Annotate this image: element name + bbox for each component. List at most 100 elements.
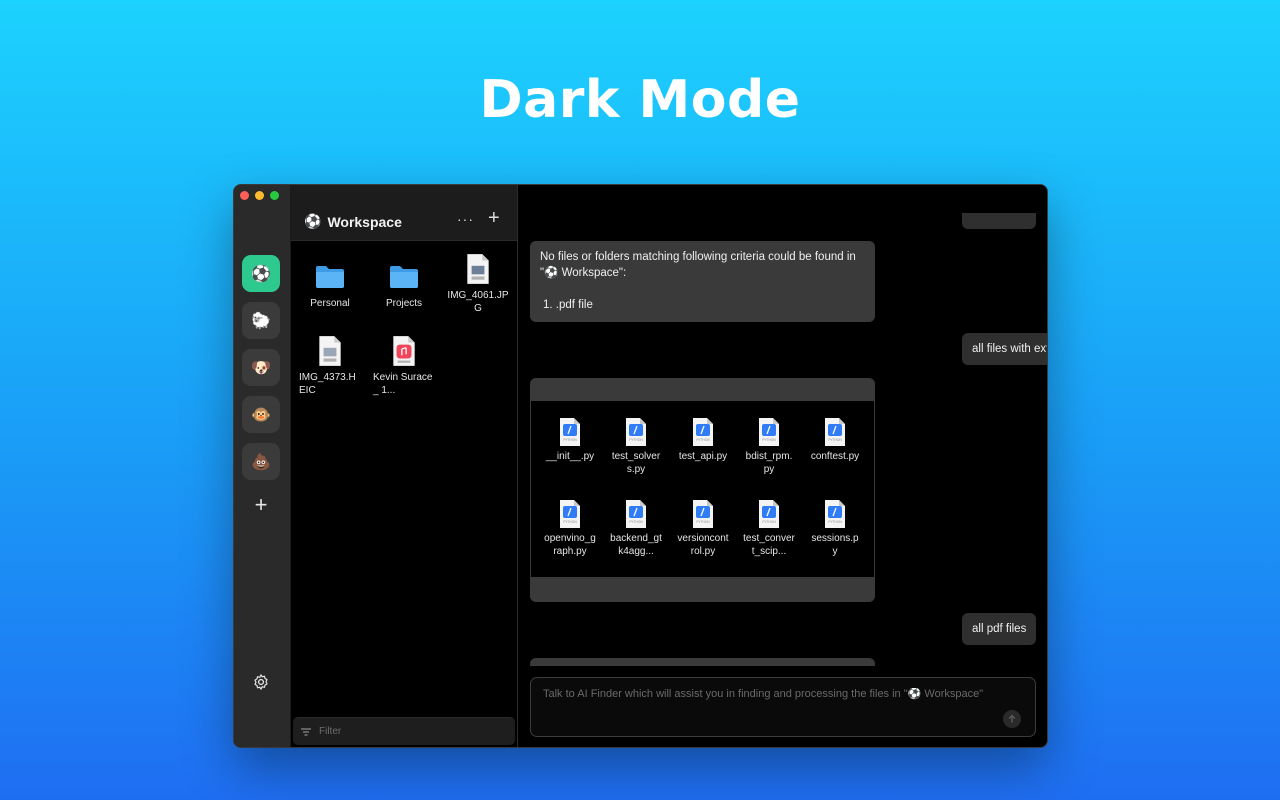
py-file-item[interactable]: PYTHON test_convert_scip...	[743, 499, 795, 558]
chat-area: No files or folders matching following c…	[518, 185, 1047, 747]
hero-title: Dark Mode	[479, 70, 801, 130]
workspace-button-poop[interactable]: 💩	[242, 443, 280, 480]
file-label: Personal	[310, 298, 350, 309]
message-text-workspace: "⚽ Workspace":	[540, 267, 627, 279]
svg-text:PYTHON: PYTHON	[629, 520, 643, 524]
zoom-window-button[interactable]	[270, 191, 279, 200]
python-file-icon: PYTHON	[560, 500, 580, 528]
workspace-button-monkey[interactable]: 🐵	[242, 396, 280, 433]
py-file-item[interactable]: PYTHON bdist_rpm.py	[743, 417, 795, 476]
file-item-personal[interactable]: Personal	[299, 261, 361, 310]
py-file-item[interactable]: PYTHON sessions.py	[809, 499, 861, 558]
file-item-img-4061[interactable]: IMG_4061.JPG	[447, 253, 509, 315]
filter-icon	[301, 727, 311, 736]
workspace-rail: ⚽ 🐑 🐶 🐵 💩 +	[234, 185, 291, 747]
soccer-ball-icon: ⚽	[544, 267, 559, 279]
py-file-item[interactable]: PYTHON openvino_graph.py	[544, 499, 596, 558]
file-label: openvino_graph.py	[544, 533, 596, 557]
workspace-title-label: Workspace	[327, 213, 402, 230]
previous-message-stub	[962, 213, 1036, 229]
audio-file-icon	[393, 336, 415, 366]
file-label: test_api.py	[678, 451, 728, 462]
python-file-icon: PYTHON	[759, 418, 779, 446]
file-label: IMG_4061.JPG	[447, 290, 509, 314]
py-file-item[interactable]: PYTHON backend_gtk4agg...	[610, 499, 662, 558]
py-file-item[interactable]: PYTHON versioncontrol.py	[677, 499, 729, 558]
poop-icon: 💩	[251, 453, 271, 471]
file-label: Kevin Surace_ 1...	[373, 372, 433, 396]
message-composer	[530, 677, 1036, 737]
heic-file-icon	[319, 336, 341, 366]
python-file-icon: PYTHON	[626, 500, 646, 528]
add-file-button[interactable]: +	[488, 207, 500, 230]
python-file-icon: PYTHON	[825, 418, 845, 446]
message-text: No files or folders matching following c…	[540, 251, 856, 263]
svg-text:PYTHON: PYTHON	[762, 520, 776, 524]
soccer-ball-icon: ⚽	[304, 213, 322, 229]
file-item-projects[interactable]: Projects	[373, 261, 435, 310]
filter-bar	[293, 717, 515, 745]
app-window: ⚽ 🐑 🐶 🐵 💩 + ⚽ Workspace ··· + Personal P…	[233, 184, 1048, 748]
criteria-item: 1. .pdf file	[543, 299, 593, 311]
workspace-button-sheep[interactable]: 🐑	[242, 302, 280, 339]
pane-header: ⚽ Workspace ··· +	[291, 185, 517, 241]
file-label: test_convert_scip...	[743, 533, 795, 557]
file-label: IMG_4373.HEIC	[299, 372, 356, 396]
workspace-button-soccer[interactable]: ⚽	[242, 255, 280, 292]
svg-text:PYTHON: PYTHON	[696, 438, 710, 442]
folder-icon	[390, 266, 418, 288]
svg-text:PYTHON: PYTHON	[629, 438, 643, 442]
py-file-item[interactable]: PYTHON test_solvers.py	[610, 417, 662, 476]
file-label: bdist_rpm.py	[745, 451, 793, 475]
send-button[interactable]	[1003, 710, 1021, 728]
arrow-up-icon	[1008, 714, 1016, 723]
window-controls	[240, 191, 279, 200]
python-file-icon: PYTHON	[759, 500, 779, 528]
py-file-item[interactable]: PYTHON conftest.py	[809, 417, 861, 463]
file-label: backend_gtk4agg...	[610, 533, 662, 557]
py-file-item[interactable]: PYTHON __init__.py	[544, 417, 596, 463]
gear-icon[interactable]	[252, 673, 270, 691]
python-file-icon: PYTHON	[693, 500, 713, 528]
more-options-button[interactable]: ···	[457, 211, 474, 227]
incoming-message-stub	[530, 658, 875, 666]
file-label: conftest.py	[810, 451, 860, 462]
python-file-icon: PYTHON	[626, 418, 646, 446]
add-workspace-button[interactable]: +	[251, 494, 271, 516]
workspace-button-dog[interactable]: 🐶	[242, 349, 280, 386]
svg-text:PYTHON: PYTHON	[828, 438, 842, 442]
svg-text:PYTHON: PYTHON	[563, 438, 577, 442]
file-item-img-4373[interactable]: IMG_4373.HEIC	[299, 335, 361, 397]
workspace-title: ⚽ Workspace	[304, 213, 402, 230]
monkey-icon: 🐵	[251, 406, 271, 424]
file-label: test_solvers.py	[611, 451, 661, 475]
user-message: all pdf files	[962, 613, 1037, 645]
close-window-button[interactable]	[240, 191, 249, 200]
image-file-icon	[467, 254, 489, 284]
svg-text:PYTHON: PYTHON	[696, 520, 710, 524]
minimize-window-button[interactable]	[255, 191, 264, 200]
message-input[interactable]	[543, 688, 1013, 700]
assistant-message: No files or folders matching following c…	[530, 241, 875, 322]
file-label: versioncontrol.py	[677, 533, 729, 557]
file-item-kevin-surace[interactable]: Kevin Surace_ 1...	[373, 335, 435, 397]
folder-icon	[316, 266, 344, 288]
file-results-grid: PYTHON __init__.py PYTHON test_solvers.p…	[531, 401, 874, 577]
filter-input[interactable]	[319, 726, 499, 737]
sheep-icon: 🐑	[251, 312, 271, 330]
svg-text:PYTHON: PYTHON	[563, 520, 577, 524]
file-pane: ⚽ Workspace ··· + Personal Projects IMG_…	[291, 185, 518, 747]
file-label: __init__.py	[545, 451, 595, 462]
soccer-ball-icon: ⚽	[251, 265, 271, 283]
file-label: sessions.py	[811, 533, 859, 557]
py-file-item[interactable]: PYTHON test_api.py	[677, 417, 729, 463]
python-file-icon: PYTHON	[825, 500, 845, 528]
python-file-icon: PYTHON	[693, 418, 713, 446]
file-label: Projects	[385, 298, 423, 309]
svg-text:PYTHON: PYTHON	[828, 520, 842, 524]
user-message: all files with extension "py"	[962, 333, 1047, 365]
python-file-icon: PYTHON	[560, 418, 580, 446]
svg-text:PYTHON: PYTHON	[762, 438, 776, 442]
file-results-card: PYTHON __init__.py PYTHON test_solvers.p…	[530, 378, 875, 602]
